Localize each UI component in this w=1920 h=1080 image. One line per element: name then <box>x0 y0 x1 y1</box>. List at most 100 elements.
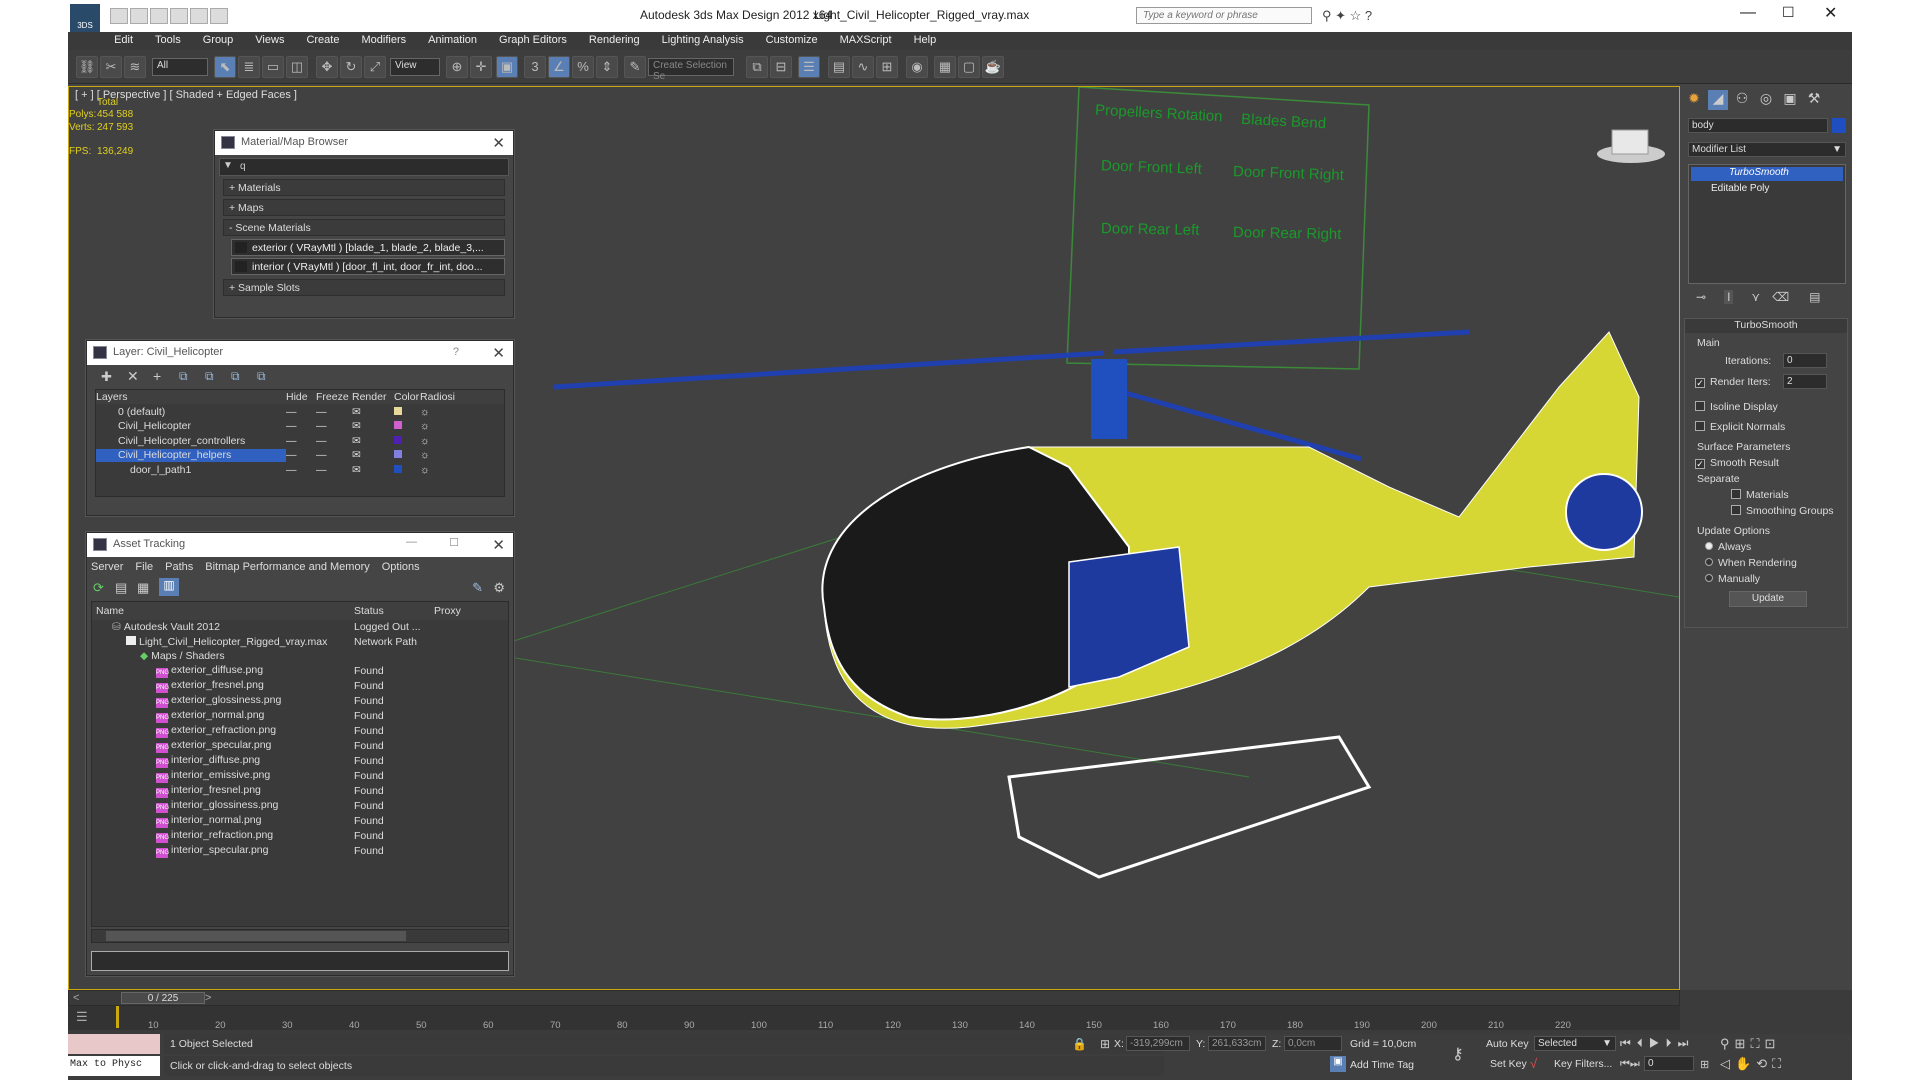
list-view-icon[interactable]: ▤ <box>115 580 127 596</box>
select-manipulate-icon[interactable]: ✛ <box>470 56 492 78</box>
isoline-display-checkbox[interactable]: Isoline Display <box>1695 401 1778 413</box>
layer-row[interactable]: Civil_Helicopter_controllers — — ✉ ☼ <box>96 433 504 449</box>
select-object-icon[interactable]: ⬉ <box>214 56 236 78</box>
turbosmooth-rollout-title[interactable]: TurboSmooth <box>1685 319 1847 333</box>
track-bar[interactable]: ☰ 10 20 30 40 50 60 70 80 90 100 110 120 130 140 150 16… <box>68 1006 1680 1031</box>
update-button[interactable]: Update <box>1729 591 1807 607</box>
x-coord-field[interactable]: -319,299cm <box>1126 1036 1190 1051</box>
layer-color-swatch[interactable] <box>394 406 402 415</box>
asset-maximize-button[interactable]: ☐ <box>449 536 459 549</box>
set-key-button[interactable]: Set Key <box>1490 1058 1527 1070</box>
graphite-ribbon-icon[interactable]: ▤ <box>828 56 850 78</box>
asset-row[interactable]: PNG interior_fresnel.png Found <box>92 783 508 799</box>
menu-tools[interactable]: Tools <box>144 32 192 46</box>
material-exterior[interactable]: exterior ( VRayMtl ) [blade_1, blade_2, … <box>231 239 505 256</box>
bind-space-warp-icon[interactable]: ≋ <box>124 56 146 78</box>
named-selection-set-dropdown[interactable]: Create Selection Se <box>648 58 734 82</box>
layer-color-swatch[interactable] <box>394 435 402 444</box>
asset-menu-server[interactable]: Server <box>91 561 123 573</box>
zoom-extents-icon[interactable]: ⛶ <box>1750 1036 1764 1051</box>
iterations-spinner[interactable]: 0 <box>1783 353 1827 368</box>
time-configuration-icon[interactable]: ⊞ <box>1700 1058 1709 1071</box>
project-folder-icon[interactable] <box>210 8 228 24</box>
layer-color-swatch[interactable] <box>394 421 402 430</box>
hide-unhide-all-icon[interactable]: ⧉ <box>231 369 240 384</box>
modifier-list-dropdown[interactable]: Modifier List ▼ <box>1688 142 1846 157</box>
time-tag-icon[interactable]: ▣ <box>1330 1056 1346 1072</box>
menu-create[interactable]: Create <box>295 32 350 46</box>
snaps-toggle-icon[interactable]: 3 <box>524 56 546 78</box>
make-unique-icon[interactable]: ⋎ <box>1751 290 1760 304</box>
asset-row[interactable]: PNG exterior_refraction.png Found <box>92 723 508 739</box>
maxscript-listener-mini[interactable] <box>68 1034 160 1054</box>
time-slider[interactable]: < 0 / 225 > <box>68 990 1680 1006</box>
asset-row[interactable]: PNG interior_refraction.png Found <box>92 828 508 844</box>
display-tab-icon[interactable]: ▣ <box>1780 90 1800 110</box>
col-status[interactable]: Status <box>354 602 434 621</box>
add-to-layer-icon[interactable]: + <box>153 368 161 384</box>
next-frame-icon[interactable]: ⏵ <box>1666 1036 1678 1050</box>
layer-manager-close-icon[interactable]: ✕ <box>492 344 505 362</box>
modify-tab-icon[interactable]: ◢ <box>1708 90 1728 110</box>
material-browser-close-icon[interactable]: ✕ <box>492 134 505 152</box>
pivot-center-icon[interactable]: ⊕ <box>446 56 468 78</box>
schematic-view-icon[interactable]: ⊞ <box>876 56 898 78</box>
asset-row[interactable]: Light_Civil_Helicopter_Rigged_vray.max Ne… <box>92 634 508 650</box>
render-iters-checkbox[interactable]: ✓ Render Iters: <box>1695 376 1771 388</box>
key-filters-button[interactable]: Key Filters... <box>1554 1058 1612 1070</box>
maxscript-input[interactable]: Max to Physc <box>68 1056 160 1076</box>
window-crossing-icon[interactable]: ◫ <box>286 56 308 78</box>
maximize-button[interactable]: ☐ <box>1782 4 1795 21</box>
search-input[interactable] <box>1137 8 1307 23</box>
asset-menu-paths[interactable]: Paths <box>165 561 193 573</box>
menu-rendering[interactable]: Rendering <box>578 32 651 46</box>
prev-frame-icon[interactable]: ⏴ <box>1637 1036 1649 1050</box>
material-browser-titlebar[interactable]: Material/Map Browser ✕ <box>215 131 513 155</box>
help-button[interactable]: ? <box>453 346 459 358</box>
asset-row[interactable]: ⛁ Autodesk Vault 2012 Logged Out ... <box>92 620 508 635</box>
curve-editor-icon[interactable]: ∿ <box>852 56 874 78</box>
layer-row[interactable]: door_l_path1— — ✉ ☼ <box>96 462 504 478</box>
menu-group[interactable]: Group <box>192 32 245 46</box>
move-icon[interactable]: ✥ <box>316 56 338 78</box>
asset-tracking-close-icon[interactable]: ✕ <box>492 536 505 554</box>
asset-help-icon[interactable]: ✎ <box>472 580 483 596</box>
asset-row[interactable]: PNG exterior_fresnel.png Found <box>92 678 508 694</box>
y-coord-field[interactable]: 261,633cm <box>1208 1036 1266 1051</box>
key-mode-toggle-icon[interactable]: ⏮⏭ <box>1620 1058 1640 1071</box>
time-cursor[interactable] <box>116 1006 119 1028</box>
asset-row[interactable]: PNG interior_glossiness.png Found <box>92 798 508 814</box>
select-objects-in-layer-icon[interactable]: ⧉ <box>179 369 188 384</box>
asset-row[interactable]: ◆ Maps / Shaders <box>92 649 508 664</box>
col-layers[interactable]: Layers <box>96 390 286 405</box>
update-always-radio[interactable]: Always <box>1705 541 1751 553</box>
spinner-snap-icon[interactable]: ⇕ <box>596 56 618 78</box>
app-logo[interactable]: 3DS <box>70 4 100 32</box>
sample-slots-rollout[interactable]: + Sample Slots <box>223 279 505 296</box>
stack-item-editable-poly[interactable]: Editable Poly <box>1691 183 1843 197</box>
auto-key-button[interactable]: Auto Key <box>1486 1038 1529 1050</box>
angle-snap-icon[interactable]: ∠ <box>548 56 570 78</box>
explicit-normals-checkbox[interactable]: Explicit Normals <box>1695 421 1785 433</box>
open-file-icon[interactable] <box>130 8 148 24</box>
col-proxy[interactable]: Proxy <box>434 602 508 621</box>
asset-settings-icon[interactable]: ⚙ <box>493 580 505 596</box>
smooth-result-checkbox[interactable]: ✓ Smooth Result <box>1695 457 1779 469</box>
update-manually-radio[interactable]: Manually <box>1705 573 1760 585</box>
zoom-all-icon[interactable]: ⊞ <box>1735 1036 1751 1051</box>
search-box[interactable] <box>1136 7 1312 24</box>
mini-curve-editor-icon[interactable]: ☰ <box>76 1009 88 1025</box>
create-tab-icon[interactable]: ✹ <box>1684 90 1704 110</box>
time-slider-next-icon[interactable]: > <box>205 992 211 1004</box>
current-frame-field[interactable]: 0 <box>1644 1056 1694 1071</box>
render-production-icon[interactable]: ☕ <box>982 56 1004 78</box>
render-setup-icon[interactable]: ▦ <box>934 56 956 78</box>
hierarchy-tab-icon[interactable]: ⚇ <box>1732 90 1752 110</box>
view-cube-icon[interactable] <box>1597 129 1665 163</box>
field-of-view-icon[interactable]: ◁ <box>1720 1056 1735 1071</box>
key-curve-icon[interactable]: √ <box>1530 1056 1537 1071</box>
layer-color-swatch[interactable] <box>394 450 402 459</box>
remove-modifier-icon[interactable]: ⌫ <box>1772 290 1789 304</box>
undo-icon[interactable] <box>170 8 188 24</box>
asset-menu-file[interactable]: File <box>135 561 153 573</box>
